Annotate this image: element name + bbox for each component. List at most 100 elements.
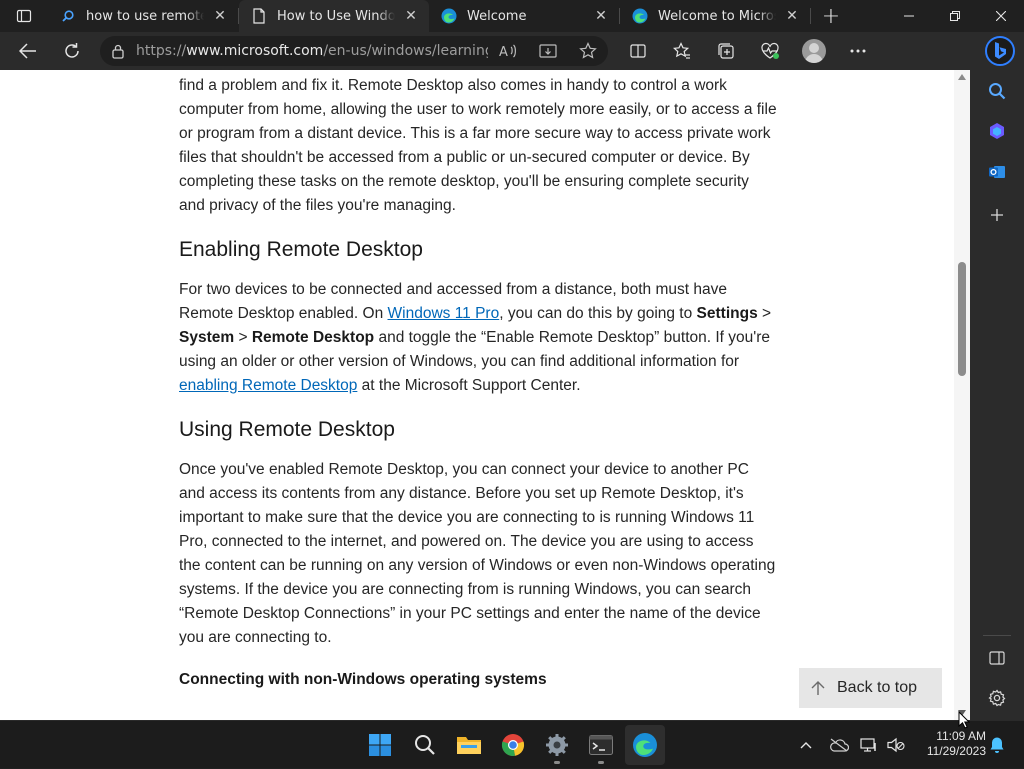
subsection-heading: Connecting with non-Windows operating sy… xyxy=(179,671,547,688)
edge-taskbar-button[interactable] xyxy=(625,725,665,765)
tab-actions-button[interactable] xyxy=(0,0,48,32)
back-arrow-icon xyxy=(19,43,36,59)
window-controls xyxy=(886,0,1024,32)
close-window-button[interactable] xyxy=(978,0,1024,32)
sidebar-search-button[interactable] xyxy=(981,75,1013,107)
favorites-icon xyxy=(673,42,690,59)
tab-welcome-edge[interactable]: Welcome to Microsoft Edge ✕ xyxy=(620,0,810,32)
remote-desktop-term: Remote Desktop xyxy=(251,329,375,346)
hide-sidebar-button[interactable] xyxy=(981,642,1013,674)
terminal-button[interactable] xyxy=(581,725,621,765)
scrollbar-thumb[interactable] xyxy=(958,262,966,376)
onedrive-button[interactable] xyxy=(826,721,852,769)
enabling-remote-desktop-link[interactable]: enabling Remote Desktop xyxy=(179,377,357,394)
search-icon xyxy=(415,735,435,755)
chevron-up-icon xyxy=(800,742,812,749)
profile-button[interactable] xyxy=(792,32,836,70)
windows-11-pro-link[interactable]: Windows 11 Pro xyxy=(388,305,500,322)
close-tab-icon[interactable]: ✕ xyxy=(401,6,421,26)
tab-title: How to Use Windows Remote Desktop xyxy=(277,8,395,24)
close-tab-icon[interactable]: ✕ xyxy=(591,6,611,26)
windows-taskbar: 11:09 AM 11/29/2023 xyxy=(0,720,1024,768)
section-heading-using: Using Remote Desktop xyxy=(179,418,395,441)
article-paragraph: gaining access to the device they're fix… xyxy=(179,77,777,214)
copilot-icon xyxy=(990,123,1004,139)
avatar xyxy=(802,39,826,63)
tab-title: Welcome to Microsoft Edge xyxy=(658,8,776,24)
minimize-icon xyxy=(904,15,914,17)
url-path: /en-us/windows/learning-center/use-wi... xyxy=(323,43,488,59)
notifications-button[interactable] xyxy=(986,721,1008,769)
tab-welcome[interactable]: Welcome ✕ xyxy=(429,0,619,32)
text-span: > xyxy=(234,329,252,346)
chrome-icon xyxy=(501,734,525,756)
settings-app-button[interactable] xyxy=(537,725,577,765)
tab-active-article[interactable]: How to Use Windows Remote Desktop ✕ xyxy=(239,0,429,32)
minimize-button[interactable] xyxy=(886,0,932,32)
show-hidden-icons-button[interactable] xyxy=(794,721,818,769)
clock-time: 11:09 AM xyxy=(936,729,986,743)
more-dots-icon xyxy=(850,49,866,53)
volume-button[interactable] xyxy=(884,721,908,769)
back-to-top-label: Back to top xyxy=(837,679,918,696)
sidebar-settings-button[interactable] xyxy=(981,682,1013,714)
plus-icon: + xyxy=(821,3,841,29)
app-install-icon xyxy=(539,44,557,58)
article-body: gaining access to the device they're fix… xyxy=(179,70,779,692)
browser-essentials-button[interactable] xyxy=(748,32,792,70)
gear-icon xyxy=(988,689,1006,707)
read-aloud-button[interactable]: A xyxy=(488,36,528,66)
url-prefix: https:// xyxy=(136,43,187,59)
app-available-button[interactable] xyxy=(528,36,568,66)
sidebar-copilot-button[interactable] xyxy=(981,115,1013,147)
favorites-button[interactable] xyxy=(660,32,704,70)
refresh-button[interactable] xyxy=(50,32,94,70)
cloud-offline-icon xyxy=(830,738,849,752)
toolbar-right xyxy=(616,32,880,70)
chrome-button[interactable] xyxy=(493,725,533,765)
article-paragraph: For two devices to be connected and acce… xyxy=(179,278,779,398)
close-tab-icon[interactable]: ✕ xyxy=(782,6,802,26)
settings-term: Settings xyxy=(696,305,758,322)
search-icon xyxy=(989,83,1006,100)
sidebar-divider xyxy=(983,635,1011,636)
restore-button[interactable] xyxy=(932,0,978,32)
back-to-top-button[interactable]: Back to top xyxy=(799,668,942,708)
search-icon xyxy=(60,8,76,24)
collections-button[interactable] xyxy=(704,32,748,70)
read-aloud-icon: A xyxy=(499,44,516,59)
clock-date: 11/29/2023 xyxy=(926,744,986,758)
page-icon xyxy=(251,8,267,24)
address-bar[interactable]: https://www.microsoft.com/en-us/windows/… xyxy=(100,36,608,66)
scroll-up-arrow-icon[interactable] xyxy=(958,74,966,80)
windows-logo-icon xyxy=(369,734,391,756)
network-button[interactable] xyxy=(858,721,880,769)
start-button[interactable] xyxy=(360,725,400,765)
edge-icon xyxy=(632,8,648,24)
refresh-icon xyxy=(65,43,79,58)
settings-and-more-button[interactable] xyxy=(836,32,880,70)
sidebar-outlook-button[interactable] xyxy=(981,156,1013,188)
favorite-star-button[interactable] xyxy=(568,36,608,66)
vertical-scrollbar[interactable] xyxy=(954,70,970,720)
close-tab-icon[interactable]: ✕ xyxy=(210,6,230,26)
url-domain: www.microsoft.com xyxy=(186,43,324,59)
file-explorer-button[interactable] xyxy=(449,725,489,765)
copilot-button[interactable] xyxy=(976,32,1024,70)
edge-icon xyxy=(441,8,457,24)
tab-title: Welcome xyxy=(467,8,527,24)
split-screen-button[interactable] xyxy=(616,32,660,70)
taskbar-search-button[interactable] xyxy=(405,725,445,765)
sidebar-add-button[interactable] xyxy=(981,199,1013,231)
lock-icon[interactable] xyxy=(112,44,124,59)
tab-search[interactable]: how to use remote desktop - Search ✕ xyxy=(48,0,238,32)
section-heading-enabling: Enabling Remote Desktop xyxy=(179,238,423,261)
mouse-cursor xyxy=(958,710,971,733)
new-tab-button[interactable]: + xyxy=(811,0,851,32)
edge-icon xyxy=(633,733,657,757)
back-button[interactable] xyxy=(6,32,50,70)
close-icon xyxy=(996,11,1006,21)
taskbar-clock[interactable]: 11:09 AM 11/29/2023 xyxy=(916,729,986,759)
outlook-icon xyxy=(989,166,1005,178)
tab-strip: how to use remote desktop - Search ✕ How… xyxy=(0,0,1024,32)
